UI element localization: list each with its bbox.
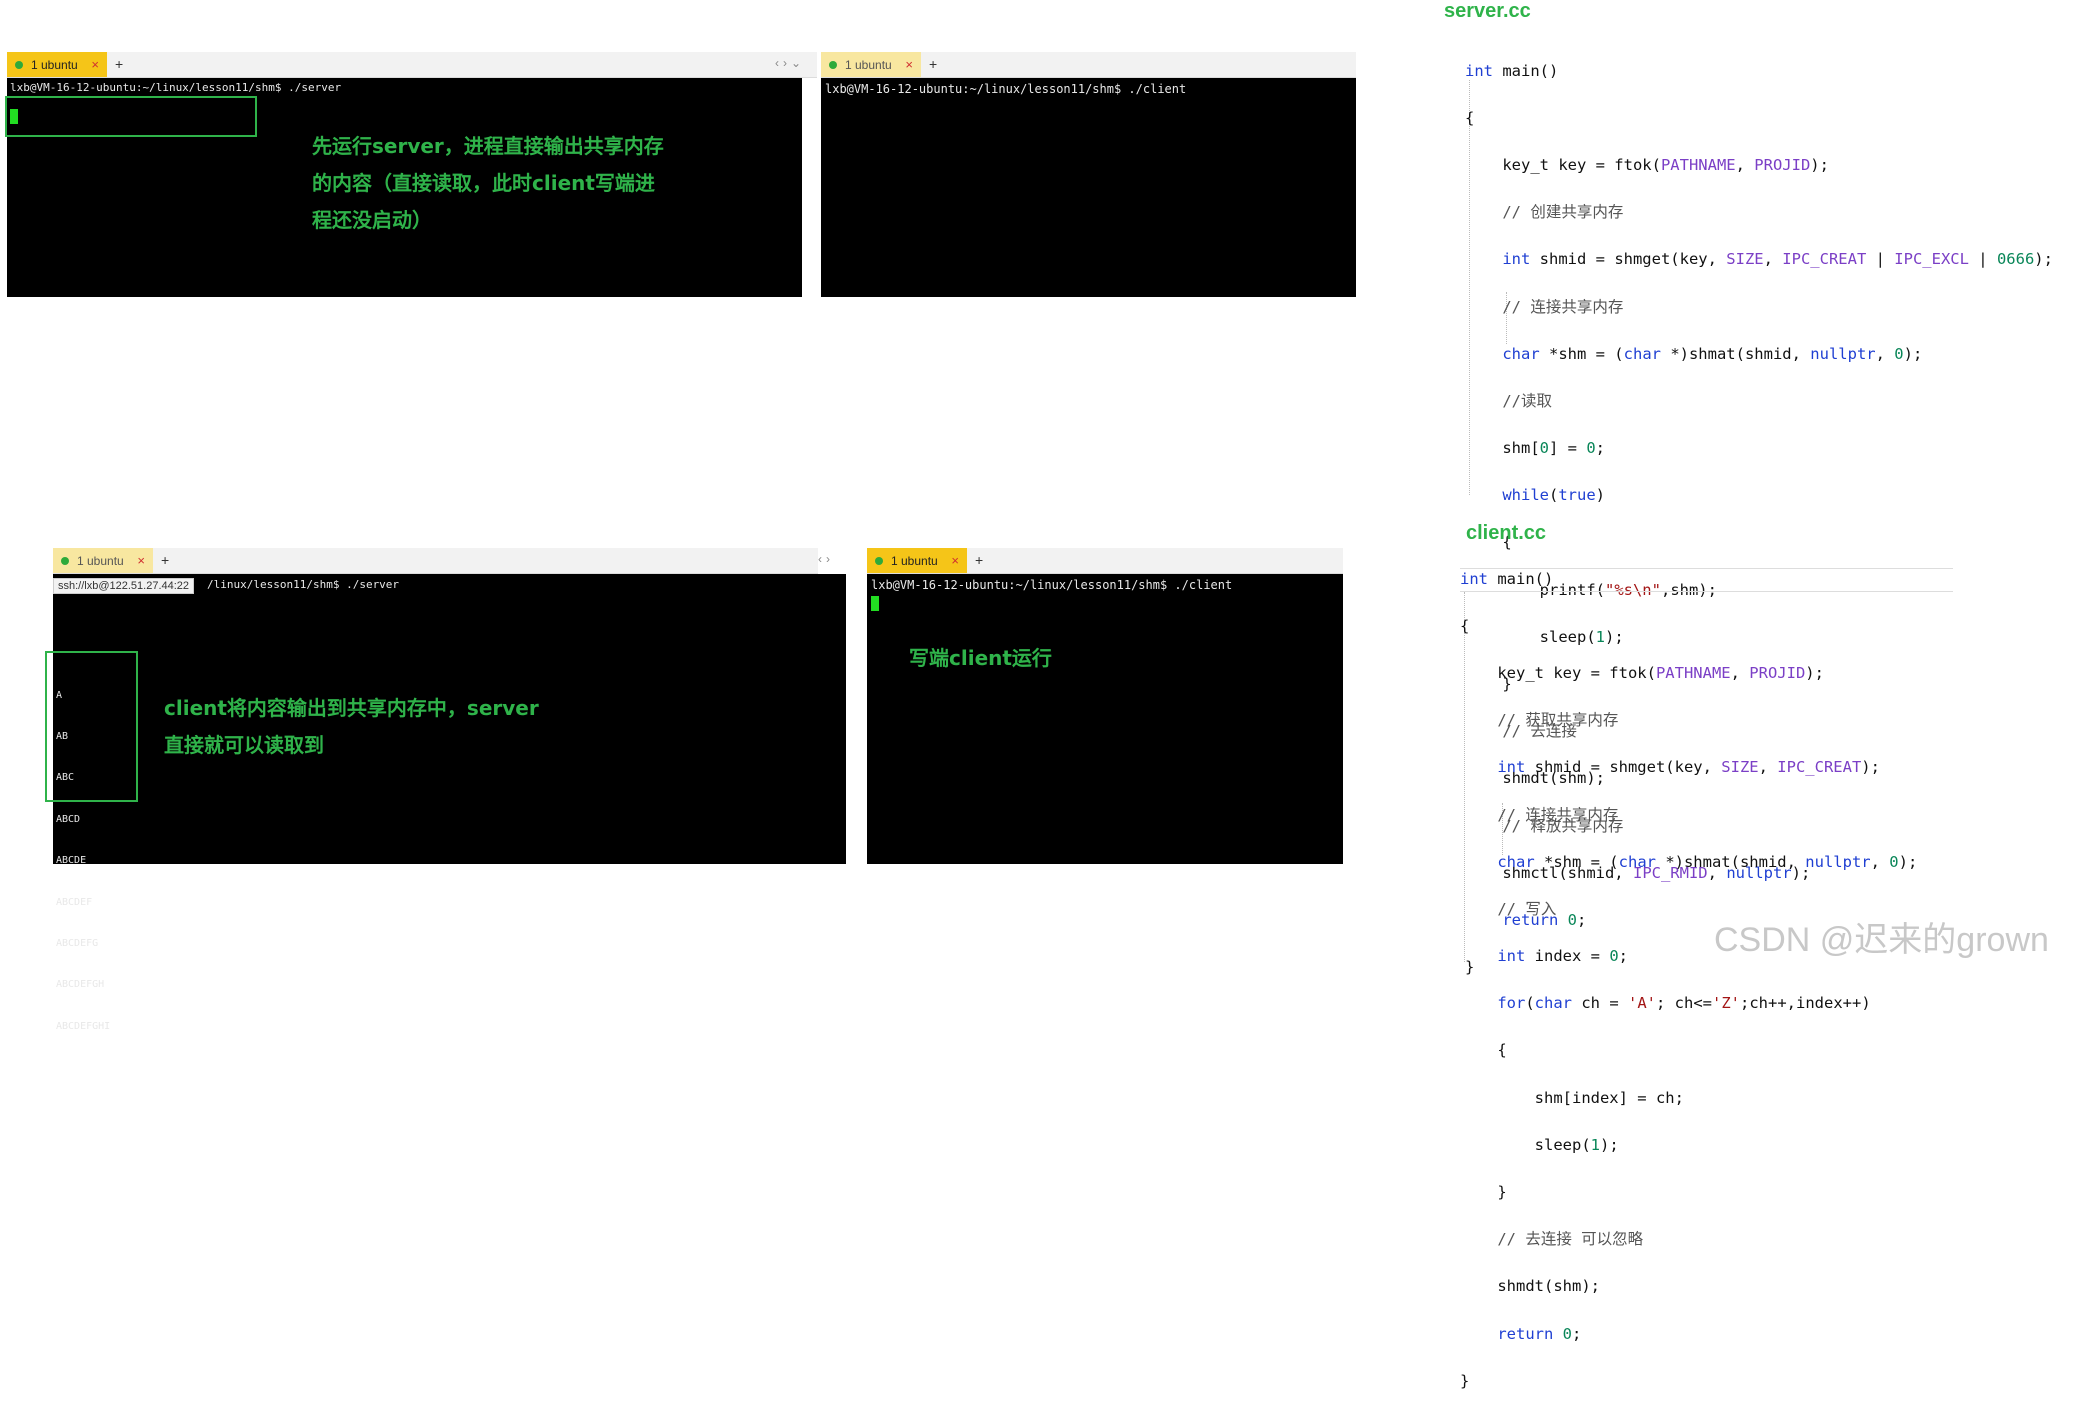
highlight-box (45, 651, 138, 802)
code-line: sleep(1); (1460, 1135, 1619, 1154)
tab-nav-icon[interactable]: ‹›⌄ (775, 56, 805, 70)
code-line: { (1460, 616, 1470, 635)
add-tab-icon[interactable]: + (115, 56, 123, 72)
code-line: //读取 (1465, 391, 1552, 410)
tab-label: 1 ubuntu (845, 57, 892, 72)
close-icon[interactable]: × (137, 553, 145, 568)
bottom-left-tabbar: 1 ubuntu × + ‹› (53, 548, 830, 574)
terminal-prompt: /linux/lesson11/shm$ ./server (207, 578, 400, 591)
highlight-box (5, 96, 257, 137)
code-line: char *shm = (char *)shmat(shmid, nullptr… (1497, 852, 1918, 871)
status-dot-icon (61, 556, 69, 565)
code-line: for(char ch = 'A'; ch<='Z';ch++,index++) (1497, 994, 1871, 1013)
annotation-top: 先运行server，进程直接输出共享内存 的内容（直接读取，此时client写端… (312, 128, 702, 239)
terminal-prompt: lxb@VM-16-12-ubuntu:~/linux/lesson11/shm… (10, 81, 342, 94)
tab-ubuntu[interactable]: 1 ubuntu × (821, 52, 921, 77)
status-dot-icon (875, 556, 883, 565)
close-icon[interactable]: × (951, 553, 959, 568)
terminal-prompt: lxb@VM-16-12-ubuntu:~/linux/lesson11/shm… (825, 82, 1187, 96)
terminal-prompt: lxb@VM-16-12-ubuntu:~/linux/lesson11/shm… (871, 578, 1233, 592)
code-line: return 0; (1497, 1324, 1582, 1343)
annotation-bottom-right: 写端client运行 (909, 646, 1052, 670)
code-line: // 创建共享内存 (1465, 203, 1624, 222)
code-line: int shmid = shmget(key, SIZE, IPC_CREAT)… (1497, 758, 1880, 777)
tab-ubuntu[interactable]: 1 ubuntu × (867, 548, 967, 573)
code-line: { (1465, 108, 1475, 127)
annotation-line: 直接就可以读取到 (164, 733, 324, 757)
annotation-line: client将内容输出到共享内存中，server (164, 696, 539, 720)
tab-label: 1 ubuntu (31, 57, 78, 72)
code-line: char *shm = (char *)shmat(shmid, nullptr… (1502, 344, 1923, 363)
code-line: int main() (1465, 61, 1559, 80)
bottom-client-terminal[interactable]: lxb@VM-16-12-ubuntu:~/linux/lesson11/shm… (867, 574, 1343, 864)
top-right-tabbar: 1 ubuntu × + (821, 52, 1356, 78)
tab-ubuntu[interactable]: 1 ubuntu × (7, 52, 107, 77)
code-line: key_t key = ftok(PATHNAME, PROJID); (1460, 663, 1824, 682)
close-icon[interactable]: × (905, 57, 913, 72)
add-tab-icon[interactable]: + (975, 552, 983, 568)
code-line: shmdt(shm); (1460, 1277, 1600, 1296)
terminal-cursor (871, 596, 879, 611)
code-line: // 连接共享内存 (1465, 297, 1624, 316)
code-line: shm[index] = ch; (1460, 1088, 1684, 1107)
code-line: // 获取共享内存 (1460, 711, 1619, 730)
add-tab-icon[interactable]: + (161, 552, 169, 568)
bottom-right-tabbar: 1 ubuntu × + (867, 548, 1343, 574)
annotation-line: 先运行server，进程直接输出共享内存 (312, 134, 664, 158)
code-line: { (1460, 1041, 1507, 1060)
add-tab-icon[interactable]: + (929, 56, 937, 72)
server-code-title: server.cc (1444, 0, 1531, 22)
ssh-tooltip: ssh://lxb@122.51.27.44:22 (53, 578, 195, 594)
code-line: } (1460, 1371, 1470, 1390)
client-code-block: int main() { key_t key = ftok(PATHNAME, … (1460, 544, 1917, 1417)
top-left-tabbar: 1 ubuntu × + ‹›⌄ (7, 52, 817, 78)
annotation-line: 的内容（直接读取，此时client写端进 (312, 171, 655, 195)
code-line: } (1460, 1183, 1507, 1202)
top-client-terminal[interactable]: lxb@VM-16-12-ubuntu:~/linux/lesson11/shm… (821, 78, 1356, 297)
tab-ubuntu[interactable]: 1 ubuntu × (53, 548, 153, 573)
output-line: ABCDE (56, 855, 87, 867)
tab-nav-icon[interactable]: ‹› (818, 552, 834, 566)
annotation-line: 程还没启动） (312, 208, 432, 232)
status-dot-icon (15, 60, 23, 69)
annotation-bottom-left: client将内容输出到共享内存中，server 直接就可以读取到 (164, 690, 624, 764)
output-line: ABCD (56, 813, 81, 825)
tab-label: 1 ubuntu (891, 553, 938, 568)
output-line: ABCDEFGHI (56, 1020, 111, 1032)
code-line: key_t key = ftok(PATHNAME, PROJID); (1465, 155, 1829, 174)
output-line: ABCDEFG (56, 937, 99, 949)
code-line: // 连接共享内存 (1460, 805, 1619, 824)
code-line: int main() (1460, 569, 1554, 588)
close-icon[interactable]: × (91, 57, 99, 72)
output-line: ABCDEF (56, 896, 93, 908)
code-line: int shmid = shmget(key, SIZE, IPC_CREAT … (1502, 250, 2053, 269)
tab-label: 1 ubuntu (77, 553, 124, 568)
watermark: CSDN @迟来的grown (1714, 921, 2049, 959)
output-line: ABCDEFGH (56, 979, 105, 991)
code-line: while(true) (1502, 486, 1606, 505)
code-line: // 去连接 可以忽略 (1460, 1230, 1644, 1249)
client-code-title: client.cc (1466, 522, 1547, 544)
status-dot-icon (829, 60, 837, 69)
code-line: shm[0] = 0; (1465, 439, 1606, 458)
